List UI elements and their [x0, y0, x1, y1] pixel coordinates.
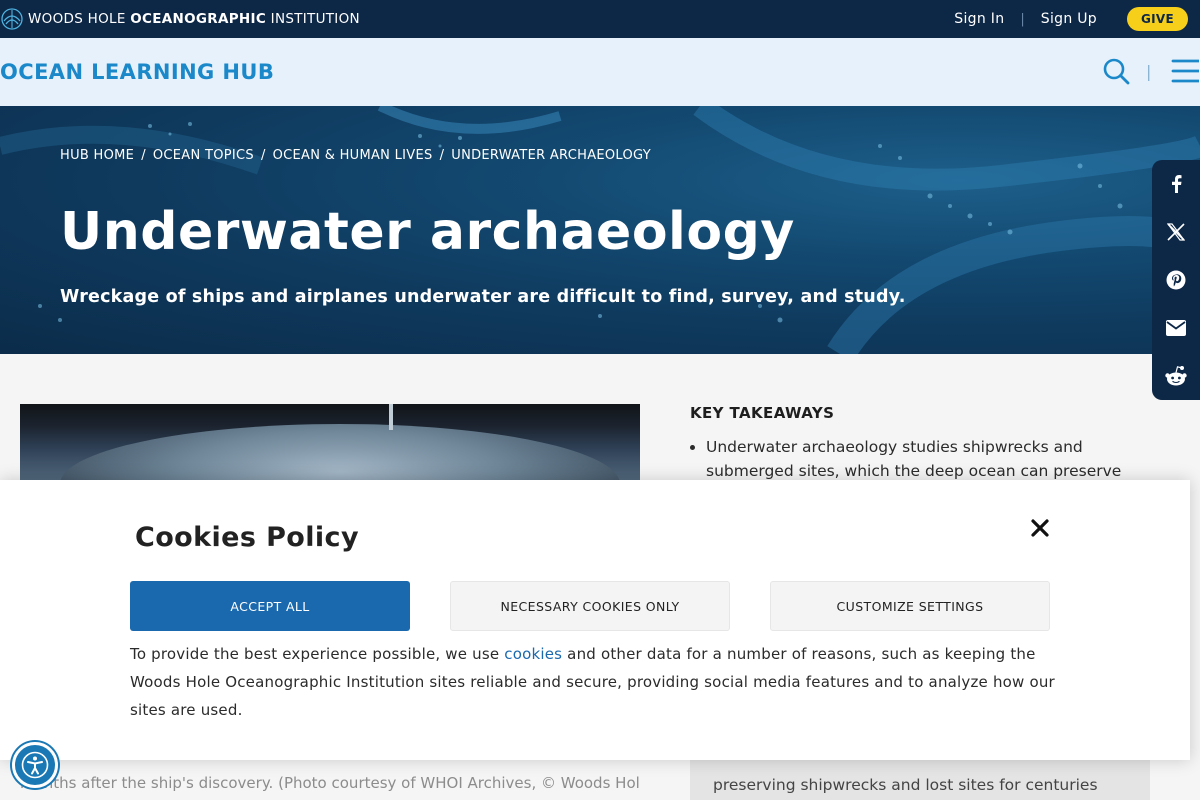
- takeaways-box: preserving shipwrecks and lost sites for…: [690, 760, 1150, 800]
- whoi-logo[interactable]: WOODS HOLE OCEANOGRAPHIC INSTITUTION: [0, 7, 360, 31]
- cookie-dialog-title: Cookies Policy: [135, 522, 359, 553]
- search-icon[interactable]: [1102, 57, 1130, 85]
- breadcrumb: HUB HOME / OCEAN TOPICS / OCEAN & HUMAN …: [60, 148, 651, 163]
- hub-header: OCEAN LEARNING HUB |: [0, 38, 1200, 106]
- photo-caption: months after the ship's discovery. (Phot…: [20, 774, 640, 792]
- account-links: Sign In | Sign Up GIVE: [954, 0, 1200, 38]
- close-icon[interactable]: [1028, 516, 1052, 540]
- breadcrumb-ocean-topics[interactable]: OCEAN TOPICS: [153, 148, 254, 163]
- pinterest-icon[interactable]: [1164, 268, 1188, 292]
- breadcrumb-underwater-archaeology[interactable]: UNDERWATER ARCHAEOLOGY: [451, 148, 651, 163]
- accessibility-icon: [21, 751, 49, 779]
- cookie-description: To provide the best experience possible,…: [130, 640, 1060, 724]
- breadcrumb-hub-home[interactable]: HUB HOME: [60, 148, 134, 163]
- cookies-link[interactable]: cookies: [504, 645, 562, 663]
- breadcrumb-separator: /: [439, 148, 445, 163]
- give-button[interactable]: GIVE: [1127, 7, 1188, 31]
- org-name-suffix: INSTITUTION: [270, 11, 360, 27]
- takeaways-box-text: preserving shipwrecks and lost sites for…: [713, 776, 1098, 794]
- breadcrumb-separator: /: [141, 148, 146, 163]
- customize-settings-button[interactable]: CUSTOMIZE SETTINGS: [770, 581, 1050, 631]
- hero-banner: HUB HOME / OCEAN TOPICS / OCEAN & HUMAN …: [0, 106, 1200, 354]
- sign-up-link[interactable]: Sign Up: [1041, 11, 1097, 27]
- hub-divider: |: [1146, 62, 1152, 81]
- hamburger-menu-icon[interactable]: [1171, 57, 1199, 85]
- breadcrumb-separator: /: [260, 148, 266, 163]
- account-separator: |: [1020, 11, 1025, 27]
- reddit-icon[interactable]: [1164, 364, 1188, 388]
- key-takeaways-heading: KEY TAKEAWAYS: [690, 404, 835, 422]
- key-takeaways: KEY TAKEAWAYS Underwater archaeology stu…: [690, 404, 1150, 483]
- shipwreck-photo: [20, 404, 640, 480]
- email-icon[interactable]: [1164, 316, 1188, 340]
- facebook-icon[interactable]: [1164, 172, 1188, 196]
- necessary-cookies-only-button[interactable]: NECESSARY COOKIES ONLY: [450, 581, 730, 631]
- org-name: WOODS HOLE OCEANOGRAPHIC INSTITUTION: [28, 11, 360, 27]
- cookie-text-before-link: To provide the best experience possible,…: [130, 645, 505, 663]
- accessibility-button[interactable]: [12, 742, 58, 788]
- org-name-bold: OCEANOGRAPHIC: [130, 11, 267, 27]
- page-title: Underwater archaeology: [60, 202, 795, 262]
- org-name-prefix: WOODS HOLE: [28, 11, 126, 27]
- breadcrumb-ocean-human-lives[interactable]: OCEAN & HUMAN LIVES: [273, 148, 433, 163]
- sign-in-link[interactable]: Sign In: [954, 11, 1004, 27]
- accept-all-button[interactable]: ACCEPT ALL: [130, 581, 410, 631]
- page-subtitle: Wreckage of ships and airplanes underwat…: [60, 287, 906, 307]
- cookie-policy-dialog: Cookies Policy ACCEPT ALL NECESSARY COOK…: [0, 480, 1190, 760]
- key-takeaway-item: Underwater archaeology studies shipwreck…: [706, 435, 1150, 483]
- x-icon[interactable]: [1164, 220, 1188, 244]
- shipwreck-hull-shape: [60, 424, 620, 480]
- shipwreck-mast-shape: [389, 404, 393, 430]
- whoi-logo-icon: [1, 8, 23, 30]
- hub-title[interactable]: OCEAN LEARNING HUB: [0, 60, 274, 84]
- key-takeaways-list: Underwater archaeology studies shipwreck…: [690, 435, 1150, 483]
- social-share-bar: [1152, 160, 1200, 400]
- top-bar: WOODS HOLE OCEANOGRAPHIC INSTITUTION Sig…: [0, 0, 1200, 38]
